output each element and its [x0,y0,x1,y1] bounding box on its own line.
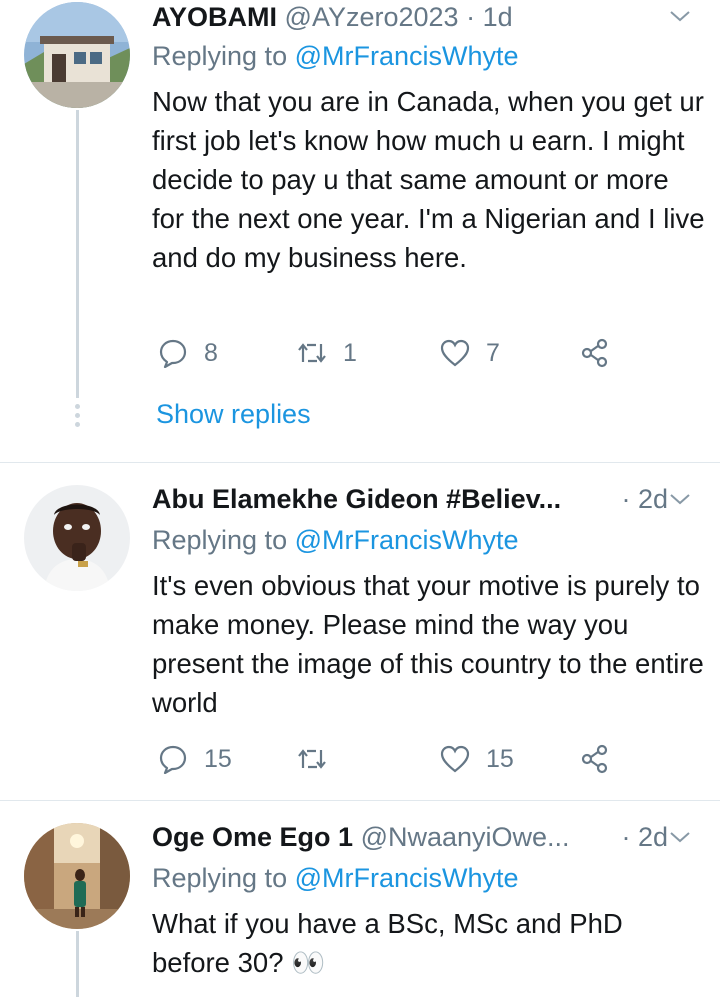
retweet-count: 1 [343,338,357,367]
like-count: 15 [486,744,514,773]
like-count: 7 [486,338,500,367]
tweet-text: What if you have a BSc, MSc and PhD befo… [152,908,623,978]
user-handle[interactable]: @AYzero2023 [285,2,459,32]
tweet-text: Now that you are in Canada, when you get… [152,86,705,273]
share-button[interactable] [580,739,610,779]
timestamp[interactable]: 2d [638,484,668,514]
display-name[interactable]: AYOBAMI [152,2,277,32]
tweet[interactable]: Oge Ome Ego 1 @NwaanyiOwe... · 2d Replyi… [0,801,720,997]
timestamp[interactable]: 1d [483,2,513,32]
display-name[interactable]: Oge Ome Ego 1 [152,822,353,852]
replying-prefix: Replying to [152,525,295,555]
separator: · [621,484,638,514]
separator: · [621,822,638,852]
timestamp-group: · 2d [621,482,668,516]
tweet-header: AYOBAMI @AYzero2023 · 1d [152,0,680,34]
timestamp[interactable]: 2d [638,822,668,852]
thread-dots-icon [75,404,80,431]
chevron-down-icon[interactable] [668,487,692,511]
replying-to: Replying to @MrFrancisWhyte [152,861,519,895]
share-icon [581,338,608,368]
reply-button[interactable]: 15 [158,739,232,779]
chevron-down-icon[interactable] [668,4,692,28]
share-button[interactable] [580,333,610,373]
show-replies-link[interactable]: Show replies [156,399,311,430]
avatar[interactable] [24,2,130,108]
reply-count: 15 [204,744,232,773]
avatar[interactable] [24,485,130,591]
chevron-down-icon[interactable] [668,825,692,849]
like-button[interactable]: 15 [440,739,514,779]
user-handle[interactable]: @NwaanyiOwe... [361,822,570,852]
display-name[interactable]: Abu Elamekhe Gideon #Believ... [152,484,560,514]
replying-prefix: Replying to [152,41,295,71]
mention-link[interactable]: @MrFrancisWhyte [295,41,519,71]
thread-line [76,931,79,997]
reply-icon [159,745,187,774]
tweet[interactable]: AYOBAMI @AYzero2023 · 1d Replying to @Mr… [0,0,720,462]
heart-icon [440,745,470,773]
retweet-button[interactable]: 1 [297,333,357,373]
tweet-actions: 8 1 7 [152,333,622,373]
mention-link[interactable]: @MrFrancisWhyte [295,863,519,893]
retweet-icon [298,343,326,363]
thread-line [76,110,79,398]
person-photo-icon [24,485,130,591]
mention-link[interactable]: @MrFrancisWhyte [295,525,519,555]
replying-to: Replying to @MrFrancisWhyte [152,523,519,557]
tweet-header: Oge Ome Ego 1 @NwaanyiOwe... [152,820,620,854]
tweet-text: It's even obvious that your motive is pu… [152,570,704,718]
reply-button[interactable]: 8 [158,333,218,373]
retweet-button[interactable] [297,739,343,779]
replying-prefix: Replying to [152,863,295,893]
separator: · [458,2,483,32]
timestamp-group: · 2d [621,820,668,854]
house-photo-icon [24,2,130,108]
heart-icon [440,339,470,367]
tweet-actions: 15 15 [152,739,622,779]
person-photo-icon [24,823,130,929]
tweet-header: Abu Elamekhe Gideon #Believ... [152,482,560,516]
reply-icon [159,339,187,368]
like-button[interactable]: 7 [440,333,500,373]
replying-to: Replying to @MrFrancisWhyte [152,39,519,73]
tweet[interactable]: Abu Elamekhe Gideon #Believ... · 2d Repl… [0,463,720,800]
share-icon [581,744,608,774]
reply-count: 8 [204,338,218,367]
avatar[interactable] [24,823,130,929]
retweet-icon [298,749,326,769]
